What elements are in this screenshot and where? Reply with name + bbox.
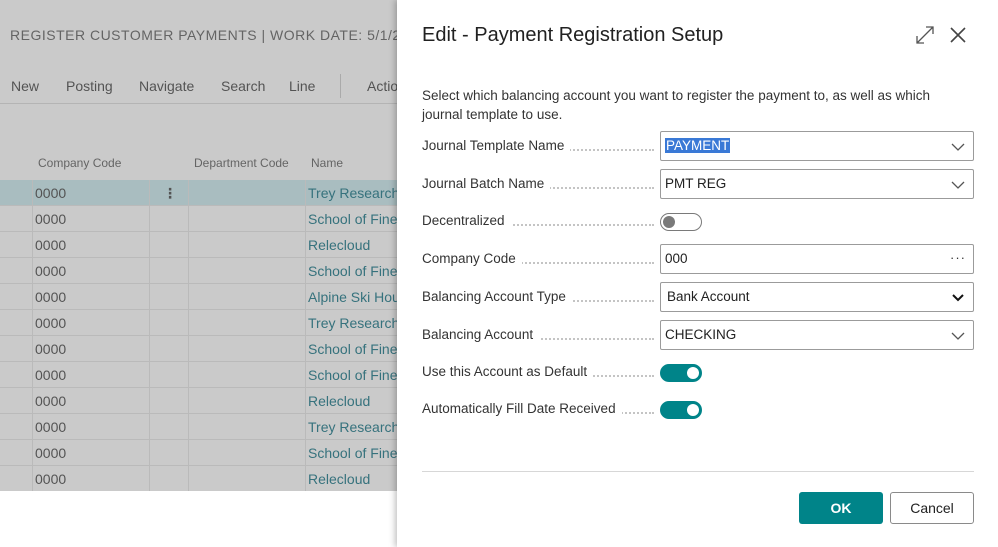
decentralized-label: Decentralized (422, 213, 511, 228)
ok-button[interactable]: OK (799, 492, 883, 524)
balancing-account-label: Balancing Account (422, 327, 540, 342)
journal-batch-name-value[interactable]: PMT REG (665, 176, 726, 191)
journal-template-name-field: Journal Template Name PAYMENT (422, 131, 974, 163)
company-code-field: Company Code 000 ··· (422, 244, 974, 276)
company-code-label: Company Code (422, 251, 522, 266)
balancing-account-field: Balancing Account CHECKING (422, 320, 974, 352)
balancing-account-type-select[interactable]: Bank Account (660, 282, 974, 312)
decentralized-field: Decentralized (422, 206, 974, 238)
balancing-account-type-label: Balancing Account Type (422, 289, 572, 304)
journal-batch-name-field: Journal Batch Name PMT REG (422, 169, 974, 201)
use-as-default-toggle[interactable] (660, 364, 702, 382)
modal-overlay (0, 0, 400, 491)
company-code-input[interactable]: 000 ··· (660, 244, 974, 274)
dialog-divider (422, 471, 974, 472)
payment-registration-setup-dialog: Edit - Payment Registration Setup Select… (397, 0, 998, 547)
auto-fill-date-label: Automatically Fill Date Received (422, 401, 622, 416)
use-as-default-field: Use this Account as Default (422, 357, 974, 389)
journal-batch-name-label: Journal Batch Name (422, 176, 551, 191)
auto-fill-date-toggle[interactable] (660, 401, 702, 419)
close-icon[interactable] (948, 25, 968, 45)
journal-template-name-value[interactable]: PAYMENT (665, 138, 731, 153)
balancing-account-value[interactable]: CHECKING (665, 327, 736, 342)
decentralized-toggle[interactable] (660, 213, 702, 231)
journal-template-name-label: Journal Template Name (422, 138, 571, 153)
balancing-account-type-field: Balancing Account Type Bank Account (422, 282, 974, 314)
chevron-down-icon[interactable] (951, 329, 965, 343)
background-page: REGISTER CUSTOMER PAYMENTS | WORK DATE: … (0, 0, 400, 491)
cancel-button[interactable]: Cancel (890, 492, 974, 524)
chevron-down-icon[interactable] (951, 178, 965, 192)
dialog-title: Edit - Payment Registration Setup (422, 24, 724, 46)
dialog-description: Select which balancing account you want … (422, 88, 931, 122)
lookup-icon[interactable]: ··· (950, 250, 966, 265)
balancing-account-type-value[interactable]: Bank Account (667, 289, 750, 304)
balancing-account-dropdown[interactable]: CHECKING (660, 320, 974, 350)
chevron-down-icon[interactable] (951, 140, 965, 154)
auto-fill-date-field: Automatically Fill Date Received (422, 394, 974, 426)
use-as-default-label: Use this Account as Default (422, 364, 594, 379)
expand-icon[interactable] (915, 25, 935, 45)
chevron-down-icon[interactable] (951, 291, 965, 305)
journal-template-name-dropdown[interactable]: PAYMENT (660, 131, 974, 161)
journal-batch-name-dropdown[interactable]: PMT REG (660, 169, 974, 199)
company-code-value[interactable]: 000 (665, 251, 688, 266)
